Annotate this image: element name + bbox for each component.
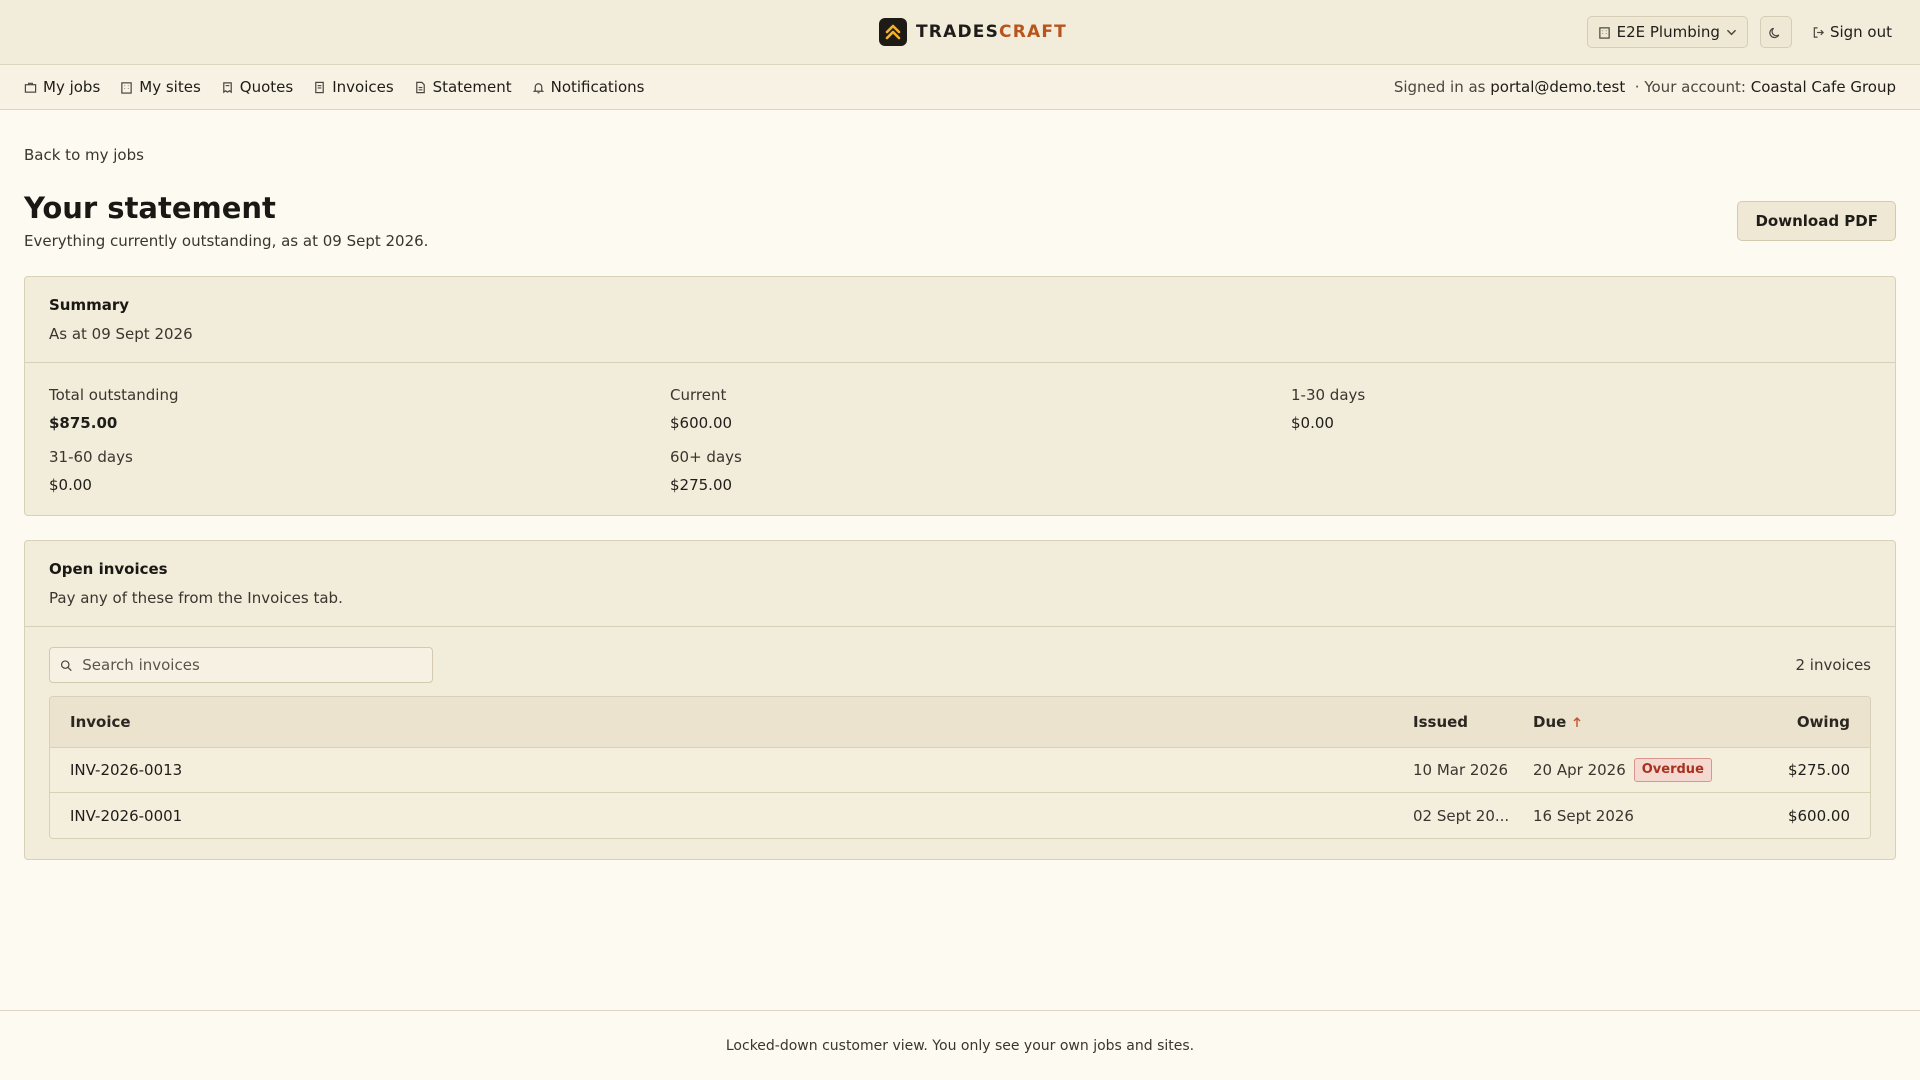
column-header-due[interactable]: Due	[1533, 713, 1683, 731]
nav-item-label: My sites	[139, 78, 201, 96]
invoice-count: 2 invoices	[1795, 656, 1872, 674]
open-invoices-header: Open invoices Pay any of these from the …	[25, 541, 1895, 627]
open-invoices-body: 2 invoices Invoice Issued Due Owing	[25, 627, 1895, 859]
sign-out-icon	[1813, 26, 1824, 38]
due-date-text: 20 Apr 2026	[1533, 761, 1626, 779]
chevron-down-icon	[1727, 29, 1736, 35]
search-box[interactable]	[49, 647, 433, 683]
cell-invoice-number[interactable]: INV-2026-0001	[70, 807, 1413, 825]
receipt-icon	[315, 81, 325, 93]
footer-text: Locked-down customer view. You only see …	[725, 1037, 1195, 1054]
metric-60-plus-days: 60+ days $275.00	[670, 447, 1291, 495]
page-title: Your statement	[24, 191, 276, 225]
main-content: Back to my jobs Your statement Everythin…	[0, 110, 1920, 860]
summary-card: Summary As at 09 Sept 2026 Total outstan…	[24, 276, 1896, 516]
brand-name: TRADESCRAFT	[916, 22, 1067, 42]
cell-due-date: 16 Sept 2026	[1533, 807, 1683, 825]
column-header-invoice[interactable]: Invoice	[70, 713, 1413, 731]
nav-bar: My jobs My sites Quotes Invoices Stateme…	[0, 65, 1920, 110]
nav-item-quotes[interactable]: Quotes	[221, 78, 293, 96]
metric-value: $600.00	[670, 414, 733, 432]
page-subtitle: Everything currently outstanding, as at …	[24, 232, 429, 250]
quote-icon	[222, 81, 232, 93]
metric-label: 31-60 days	[49, 448, 133, 466]
back-link[interactable]: Back to my jobs	[24, 146, 144, 164]
signed-in-prefix: Signed in as	[1393, 78, 1486, 96]
open-invoices-subtitle: Pay any of these from the Invoices tab.	[49, 589, 343, 607]
table-header-row: Invoice Issued Due Owing	[50, 697, 1870, 748]
cell-issued-date: 02 Sept 20...	[1413, 806, 1510, 825]
header-actions: E2E Plumbing Sign out	[1586, 16, 1900, 48]
cell-due-date: 20 Apr 2026 Overdue	[1533, 758, 1712, 782]
metric-value: $0.00	[1291, 414, 1334, 432]
page-header: Your statement Everything currently outs…	[24, 190, 1896, 258]
search-input[interactable]	[80, 655, 422, 675]
invoices-table: Invoice Issued Due Owing INV-2026-0013 1…	[49, 696, 1871, 839]
metric-1-30-days: 1-30 days $0.00	[1291, 385, 1871, 433]
summary-subtitle: As at 09 Sept 2026	[49, 325, 193, 343]
nav-item-statement[interactable]: Statement	[414, 78, 512, 96]
metric-label: 60+ days	[670, 448, 742, 466]
table-row[interactable]: INV-2026-0001 02 Sept 20... 16 Sept 2026…	[50, 793, 1870, 838]
search-icon	[60, 659, 72, 671]
nav-item-label: Quotes	[239, 78, 294, 96]
brand-logo-icon	[879, 18, 907, 46]
org-selector-label: E2E Plumbing	[1616, 23, 1720, 41]
document-icon	[415, 81, 425, 93]
summary-title: Summary	[49, 296, 130, 314]
metric-value: $0.00	[49, 476, 92, 494]
column-header-issued[interactable]: Issued	[1413, 713, 1533, 731]
due-date-text: 16 Sept 2026	[1533, 806, 1634, 825]
nav-item-my-jobs[interactable]: My jobs	[24, 78, 100, 96]
account-name: Coastal Cafe Group	[1750, 78, 1896, 96]
org-selector[interactable]: E2E Plumbing	[1586, 16, 1748, 48]
nav-item-notifications[interactable]: Notifications	[532, 78, 645, 96]
bell-icon	[532, 82, 544, 93]
open-invoices-title: Open invoices	[49, 560, 168, 578]
cell-owing-amount: $600.00	[1787, 806, 1850, 825]
sign-out-button[interactable]: Sign out	[1804, 16, 1900, 48]
signed-in-email: portal@demo.test	[1490, 78, 1626, 96]
metric-current: Current $600.00	[670, 385, 1291, 433]
metric-label: Current	[670, 386, 727, 404]
top-bar: TRADESCRAFT E2E Plumbing Sign out	[0, 0, 1920, 65]
cell-invoice-number[interactable]: INV-2026-0013	[70, 761, 1413, 779]
nav-item-invoices[interactable]: Invoices	[313, 78, 394, 96]
summary-metrics: Total outstanding $875.00 Current $600.0…	[25, 363, 1895, 515]
open-invoices-card: Open invoices Pay any of these from the …	[24, 540, 1896, 860]
cell-owing-amount: $275.00	[1787, 761, 1850, 779]
invoices-toolbar: 2 invoices	[49, 647, 1871, 683]
briefcase-icon	[24, 82, 37, 93]
account-info: Signed in as portal@demo.test · Your acc…	[1394, 78, 1896, 96]
nav-item-my-sites[interactable]: My sites	[120, 78, 201, 96]
metric-value: $275.00	[670, 476, 733, 494]
metric-label: 1-30 days	[1291, 386, 1366, 404]
column-header-owing[interactable]: Owing	[1683, 713, 1850, 731]
metric-value: $875.00	[49, 414, 118, 432]
metric-31-60-days: 31-60 days $0.00	[49, 447, 670, 495]
sign-out-label: Sign out	[1829, 23, 1892, 41]
metric-label: Total outstanding	[49, 386, 179, 404]
summary-card-header: Summary As at 09 Sept 2026	[25, 277, 1895, 363]
moon-icon	[1769, 27, 1780, 38]
brand[interactable]: TRADESCRAFT	[879, 18, 1067, 46]
metric-total-outstanding: Total outstanding $875.00	[49, 385, 670, 433]
footer: Locked-down customer view. You only see …	[0, 1010, 1920, 1080]
column-header-due-label: Due	[1533, 713, 1567, 731]
theme-toggle-button[interactable]	[1759, 16, 1792, 48]
building-icon	[121, 81, 133, 94]
nav-item-label: My jobs	[43, 78, 101, 96]
cell-issued-date: 10 Mar 2026	[1413, 761, 1509, 779]
sort-ascending-icon	[1573, 717, 1581, 727]
nav-item-label: Notifications	[550, 78, 645, 96]
nav-item-label: Invoices	[332, 78, 394, 96]
download-pdf-button[interactable]: Download PDF	[1737, 201, 1896, 241]
building-icon	[1598, 26, 1610, 39]
account-prefix: · Your account:	[1634, 78, 1746, 96]
table-row[interactable]: INV-2026-0013 10 Mar 2026 20 Apr 2026 Ov…	[50, 748, 1870, 793]
nav-links: My jobs My sites Quotes Invoices Stateme…	[24, 78, 644, 96]
nav-item-label: Statement	[432, 78, 512, 96]
